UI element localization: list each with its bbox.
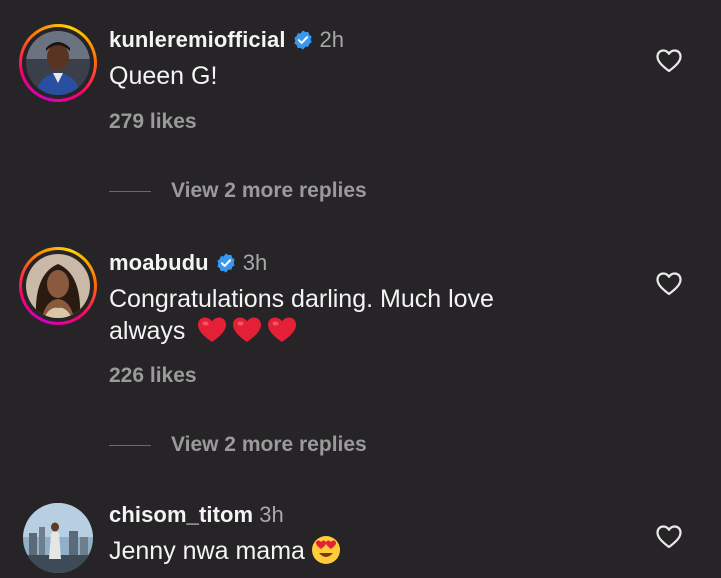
comment-text: Congratulations darling. Much love alway… [109,283,629,347]
heart-outline-icon[interactable] [656,49,682,73]
likes-count[interactable]: 226 likes [109,364,197,388]
comment-text-content: Queen G! [109,62,218,90]
verified-badge-icon [217,253,235,273]
timestamp: 3h [259,502,284,527]
comment-text: Jenny nwa mama [109,535,629,567]
username[interactable]: kunleremiofficial [109,27,286,53]
comment-header: moabudu 3h [109,248,267,278]
avatar-photo-city [23,503,93,573]
view-replies-label: View 2 more replies [171,179,367,202]
comment-text-content: Jenny nwa mama [109,537,305,565]
view-replies-button[interactable]: View 2 more replies [109,176,367,206]
replies-divider [109,190,151,192]
comment-text-line-2: always [109,315,629,347]
username[interactable]: chisom_titom [109,502,253,528]
heart-eyes-emoji-icon [311,536,340,564]
likes-count[interactable]: 279 likes [109,110,197,134]
comment-text-line-2-content: always [109,317,186,345]
comment-text-line-1: Congratulations darling. Much love [109,285,494,313]
avatar-ring-gap [22,250,94,322]
red-heart-emoji-icon [268,317,297,342]
comment-header: kunleremiofficial 2h [109,25,344,55]
timestamp: 2h [319,27,345,52]
red-heart-emoji-icon [233,317,262,342]
verified-badge-icon [293,30,312,50]
avatar-photo-man [26,31,90,95]
avatar-kunleremiofficial[interactable] [19,24,97,102]
timestamp: 3h [242,250,268,275]
view-replies-label: View 2 more replies [171,433,367,456]
comment-header: chisom_titom 3h [109,500,284,530]
view-replies-button[interactable]: View 2 more replies [109,430,367,460]
heart-outline-icon[interactable] [656,525,682,549]
heart-outline-icon[interactable] [656,272,682,296]
comment-text: Queen G! [109,60,629,92]
avatar-moabudu[interactable] [19,247,97,325]
red-heart-emoji-icon [198,317,227,342]
avatar-photo-woman [26,254,90,318]
username[interactable]: moabudu [109,250,209,276]
replies-divider [109,444,151,446]
avatar-ring-gap [22,27,94,99]
avatar-chisom_titom[interactable] [19,499,97,577]
